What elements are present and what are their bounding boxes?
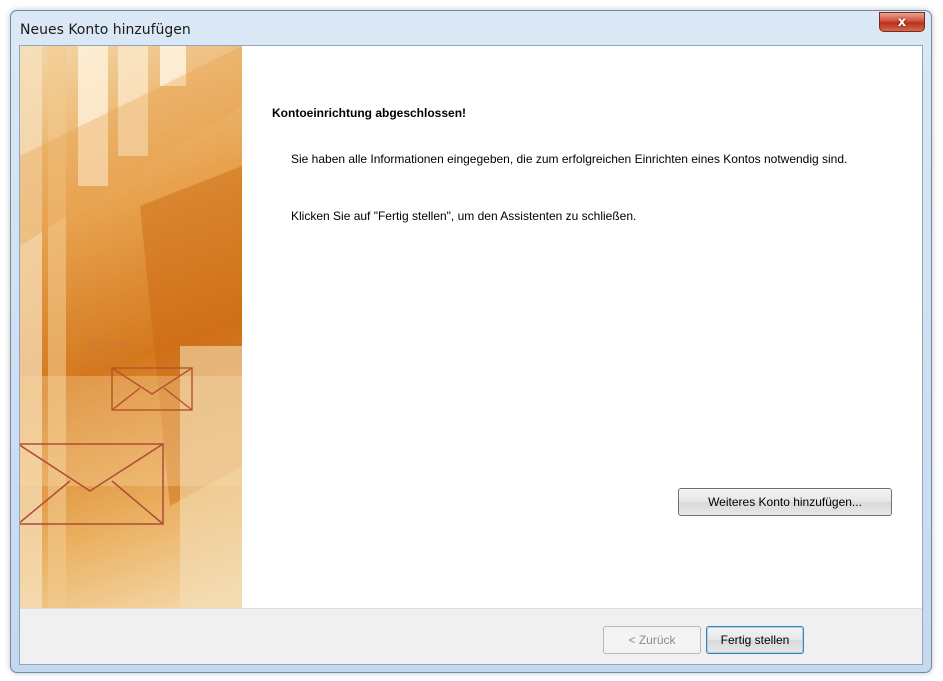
wizard-banner-image bbox=[20, 46, 242, 608]
instruction-text: Klicken Sie auf "Fertig stellen", um den… bbox=[291, 209, 637, 223]
close-icon: x bbox=[897, 14, 907, 30]
wizard-footer: < Zurück Fertig stellen bbox=[20, 608, 922, 664]
window-title: Neues Konto hinzufügen bbox=[20, 22, 191, 38]
title-bar[interactable]: Neues Konto hinzufügen x bbox=[11, 11, 931, 45]
finish-button[interactable]: Fertig stellen bbox=[706, 626, 804, 654]
wizard-content: Kontoeinrichtung abgeschlossen! Sie habe… bbox=[242, 46, 922, 608]
envelope-banner-graphic bbox=[20, 46, 242, 608]
dialog-client-area: Kontoeinrichtung abgeschlossen! Sie habe… bbox=[19, 45, 923, 665]
add-account-dialog: Neues Konto hinzufügen x Kontoeinrichtun… bbox=[10, 10, 932, 673]
add-another-account-button[interactable]: Weiteres Konto hinzufügen... bbox=[678, 488, 892, 516]
info-text: Sie haben alle Informationen eingegeben,… bbox=[291, 152, 848, 166]
back-button[interactable]: < Zurück bbox=[603, 626, 701, 654]
small-envelope-icon bbox=[89, 341, 123, 361]
page-heading: Kontoeinrichtung abgeschlossen! bbox=[272, 106, 467, 120]
close-button[interactable]: x bbox=[879, 12, 925, 32]
